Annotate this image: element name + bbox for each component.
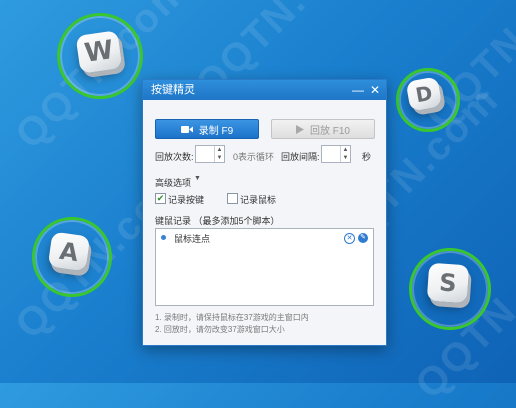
advanced-options-title[interactable]: 高级选项 [155,176,191,189]
delete-icon[interactable]: ✕ [344,233,355,244]
play-icon [295,124,304,134]
window-title: 按键精灵 [151,84,195,96]
interval-label: 回放间隔: [281,152,320,162]
stepper-arrows-icon[interactable]: ▲ ▼ [340,146,350,162]
minimize-button[interactable]: — [350,80,366,100]
record-mouse-checkbox[interactable] [227,193,238,204]
key-w: W [75,30,123,74]
record-keys-checkbox[interactable]: ✔ [155,193,166,204]
interval-unit: 秒 [362,152,372,162]
records-title: 键鼠记录 （最多添加5个脚本） [155,216,280,226]
list-item[interactable]: 鼠标连点 ✕ ✎ [156,229,373,245]
interval-stepper[interactable]: ▲ ▼ [321,145,351,163]
repeat-count-label: 回放次数: [155,152,194,162]
note-line: 2. 回放时，请勿改变37游戏窗口大小 [155,325,285,334]
note-line: 1. 录制时，请保持鼠标在37游戏的主窗口内 [155,313,309,322]
stepper-arrows-icon[interactable]: ▲ ▼ [214,146,224,162]
edit-icon[interactable]: ✎ [358,233,368,243]
camera-icon [180,125,193,133]
radio-dot-icon [161,235,166,240]
record-keys-label: 记录按键 [168,195,205,205]
play-button-label: 回放 F10 [309,125,350,137]
app-window: 按键精灵 — ✕ 录制 F9 回放 F10 回放次数: ▲ ▼ 0表示循环 回放间… [142,79,387,346]
key-s: S [426,262,470,304]
repeat-count-stepper[interactable]: ▲ ▼ [195,145,225,163]
chevron-down-icon[interactable]: ▼ [194,175,201,182]
repeat-hint: 0表示循环 [233,152,275,162]
record-mouse-label: 记录鼠标 [240,195,277,205]
script-list[interactable]: 鼠标连点 ✕ ✎ [155,228,374,306]
record-button[interactable]: 录制 F9 [155,119,259,139]
list-item-label: 鼠标连点 [174,234,211,244]
title-bar[interactable]: 按键精灵 — ✕ [143,80,386,100]
close-button[interactable]: ✕ [367,80,383,100]
play-button[interactable]: 回放 F10 [271,119,375,139]
key-a: A [47,231,91,272]
record-button-label: 录制 F9 [198,125,234,137]
